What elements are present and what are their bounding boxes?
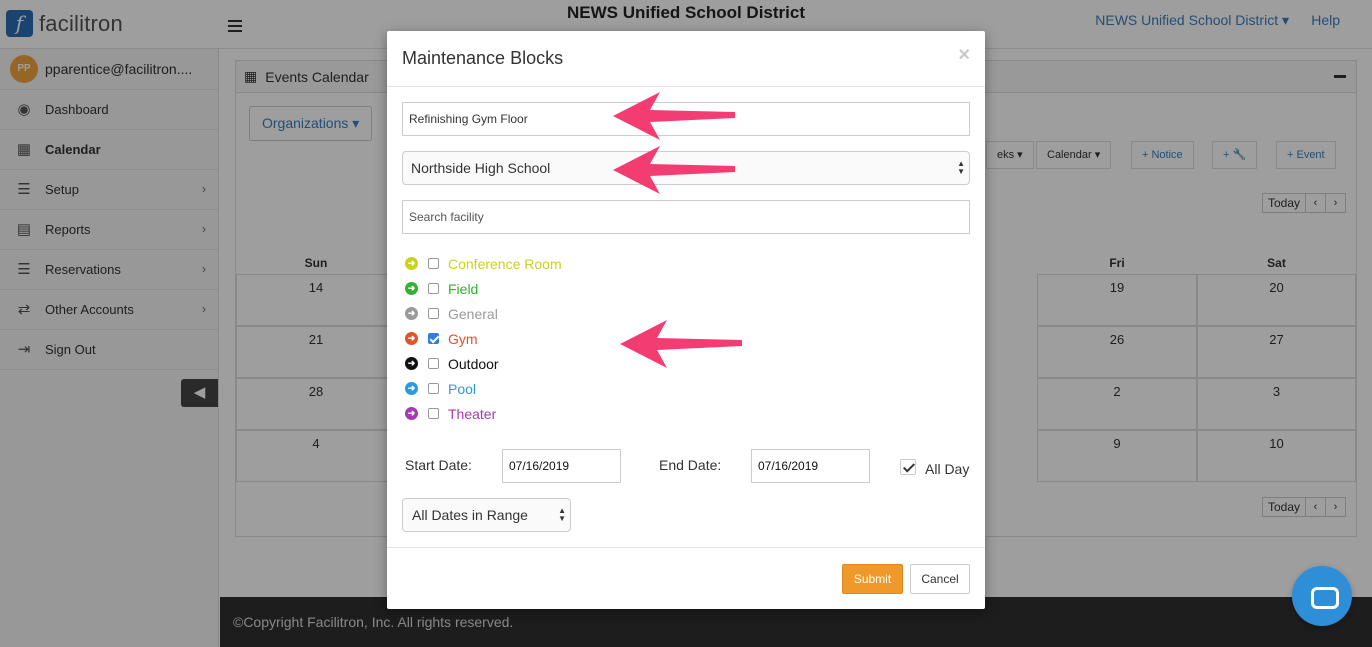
facility-item-general[interactable]: ➜ General: [405, 301, 562, 326]
facility-label: Outdoor: [448, 355, 499, 372]
arrow-circle-icon: ➜: [405, 332, 418, 345]
facility-checkbox[interactable]: [428, 258, 439, 269]
annotation-arrow-icon: [613, 146, 735, 194]
facility-checkbox[interactable]: [428, 383, 439, 394]
facility-item-gym[interactable]: ➜ Gym: [405, 326, 562, 351]
facility-checkbox[interactable]: [428, 358, 439, 369]
arrow-circle-icon: ➜: [405, 382, 418, 395]
modal-footer: Submit Cancel: [387, 547, 985, 609]
chat-widget-icon[interactable]: [1292, 566, 1352, 626]
facility-label: Pool: [448, 380, 477, 397]
arrow-circle-icon: ➜: [405, 282, 418, 295]
submit-button[interactable]: Submit: [842, 564, 903, 594]
school-select-value: Northside High School: [411, 160, 551, 176]
start-date-label: Start Date:: [405, 457, 472, 473]
facility-item-conference-room[interactable]: ➜ Conference Room: [405, 251, 562, 276]
facility-label: Gym: [448, 330, 478, 347]
date-range-value: All Dates in Range: [412, 507, 528, 523]
close-icon[interactable]: ×: [958, 44, 970, 67]
select-arrows-icon: ▲ ▼: [558, 506, 566, 523]
facility-label: General: [448, 305, 498, 322]
arrow-circle-icon: ➜: [405, 357, 418, 370]
end-date-label: End Date:: [659, 457, 722, 473]
facility-item-theater[interactable]: ➜ Theater: [405, 401, 562, 426]
cancel-button[interactable]: Cancel: [910, 564, 970, 594]
facility-item-field[interactable]: ➜ Field: [405, 276, 562, 301]
arrow-circle-icon: ➜: [405, 407, 418, 420]
search-facility-placeholder: Search facility: [409, 210, 484, 224]
facility-label: Field: [448, 280, 479, 297]
end-date-input[interactable]: 07/16/2019: [751, 449, 870, 483]
all-day-checkbox[interactable]: [900, 459, 916, 475]
facility-checkbox[interactable]: [428, 308, 439, 319]
annotation-arrow-icon: [613, 92, 735, 140]
arrow-circle-icon: ➜: [405, 307, 418, 320]
facility-checkbox[interactable]: [428, 283, 439, 294]
annotation-arrow-icon: [620, 320, 742, 368]
select-arrows-icon: ▲ ▼: [957, 159, 965, 176]
modal-title: Maintenance Blocks: [402, 48, 564, 68]
all-day-label: All Day: [925, 461, 970, 477]
modal-header: Maintenance Blocks ×: [387, 31, 985, 87]
search-facility-input[interactable]: Search facility: [402, 200, 970, 234]
date-range-select[interactable]: All Dates in Range ▲ ▼: [402, 498, 571, 532]
facility-label: Theater: [448, 405, 497, 422]
facility-item-outdoor[interactable]: ➜ Outdoor: [405, 351, 562, 376]
facility-label: Conference Room: [448, 255, 562, 272]
arrow-circle-icon: ➜: [405, 257, 418, 270]
facility-item-pool[interactable]: ➜ Pool: [405, 376, 562, 401]
start-date-input[interactable]: 07/16/2019: [502, 449, 621, 483]
facility-checkbox-checked[interactable]: [428, 333, 439, 344]
facility-checkbox[interactable]: [428, 408, 439, 419]
facility-list: ➜ Conference Room ➜ Field ➜ General ➜ Gy…: [405, 251, 562, 426]
